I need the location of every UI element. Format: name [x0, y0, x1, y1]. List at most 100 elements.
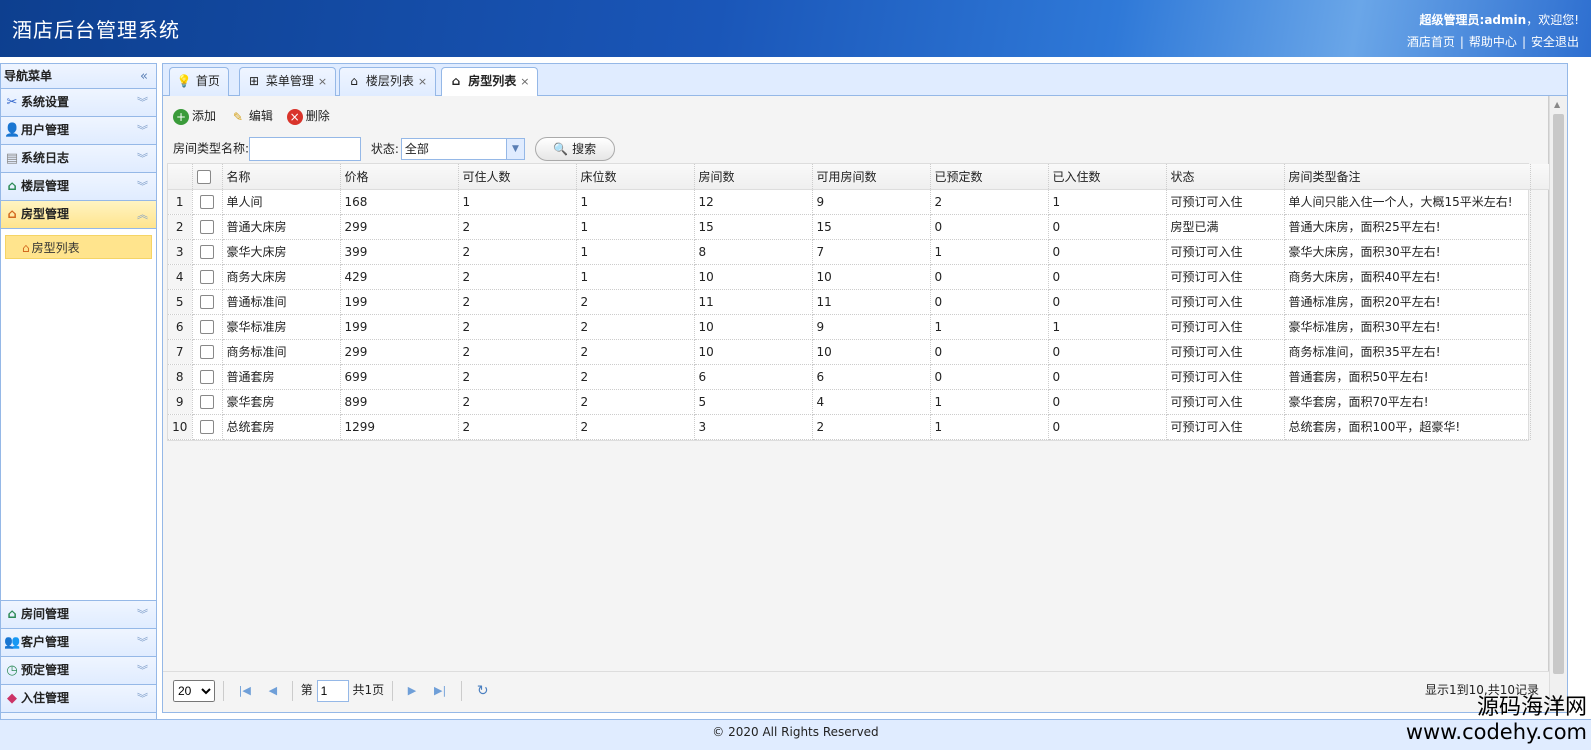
row-checkbox[interactable] [199, 394, 214, 409]
add-button[interactable]: + 添加 [173, 104, 216, 128]
room-type-name-input[interactable] [249, 136, 362, 161]
refresh-icon[interactable]: ↻ [477, 673, 489, 709]
table-row[interactable]: 2 普通大床房 299 2 1 15 15 0 0 房型已满 普通大床房，面积25平左右! [168, 214, 1550, 240]
row-spacer [1530, 289, 1550, 314]
next-page-icon[interactable]: ▶ [408, 673, 416, 709]
column-header[interactable]: 房间数 [694, 164, 813, 190]
table-cell: 1 [930, 414, 1049, 440]
row-checkbox[interactable] [199, 419, 214, 434]
scrollbar-thumb[interactable] [1553, 114, 1564, 674]
row-checkbox[interactable] [199, 244, 214, 259]
close-icon[interactable]: × [520, 75, 529, 88]
row-checkbox[interactable] [199, 344, 214, 359]
sidebar-item-user[interactable]: 👤用户管理 ︾ [1, 117, 156, 145]
column-header[interactable]: 可用房间数 [812, 164, 931, 190]
chevron-down-icon[interactable]: ︾ [137, 657, 148, 684]
select-all-checkbox[interactable] [196, 169, 211, 184]
row-checkbox[interactable] [199, 369, 214, 384]
sidebar-item-customers[interactable]: 👥客户管理 ︾ [1, 629, 156, 657]
sidebar-submenu: ⌂ 房型列表 [1, 229, 156, 601]
table-cell: 1 [576, 264, 695, 290]
table-row[interactable]: 1 单人间 168 1 1 12 9 2 1 可预订可入住 单人间只能入住一个人，大概15平米左右! [168, 189, 1550, 215]
column-header[interactable]: 已预定数 [930, 164, 1049, 190]
table-row[interactable]: 3 豪华大床房 399 2 1 8 7 1 0 可预订可入住 豪华大床房，面积30平左右! [168, 239, 1550, 265]
table-cell: 普通标准间 [222, 289, 341, 315]
table-cell: 0 [1048, 389, 1167, 415]
user-greeting: 超级管理员:admin，欢迎您! [1420, 11, 1579, 28]
table-row[interactable]: 4 商务大床房 429 2 1 10 10 0 0 可预订可入住 商务大床房，面积40平左右! [168, 264, 1550, 290]
chevron-down-icon[interactable]: ︾ [137, 117, 148, 144]
chevron-down-icon[interactable]: ︾ [137, 629, 148, 656]
column-header[interactable]: 状态 [1166, 164, 1285, 190]
column-header[interactable]: 已入住数 [1048, 164, 1167, 190]
close-icon[interactable]: × [418, 75, 427, 88]
prev-page-icon[interactable]: ◀ [269, 673, 277, 709]
table-row[interactable]: 10 总统套房 1299 2 2 3 2 1 0 可预订可入住 总统套房，面积100平，超豪华! [168, 414, 1550, 440]
table-cell: 299 [340, 214, 459, 240]
logout-link[interactable]: 安全退出 [1531, 35, 1579, 49]
edit-button[interactable]: ✎ 编辑 [230, 104, 273, 128]
column-header[interactable]: 房间类型备注 [1284, 164, 1531, 190]
chevron-down-icon[interactable]: ︾ [137, 173, 148, 200]
sidebar-item-log[interactable]: ▤ 系统日志 ︾ [1, 145, 156, 173]
chevron-up-icon[interactable]: ︽ [137, 201, 148, 228]
row-checkbox[interactable] [199, 194, 214, 209]
row-checkbox-cell [192, 239, 223, 265]
content-area: + 添加 ✎ 编辑 × 删除 房间类型名称: 状态: 全部 ▼ 🔍 搜索 名称 价格 可住人数… [163, 96, 1551, 712]
status-select[interactable]: 全部 ▼ [400, 137, 525, 160]
sidebar-item-tools[interactable]: ✂ 系统设置 ︾ [1, 89, 156, 117]
close-icon[interactable]: × [318, 75, 327, 88]
sidebar: 导航菜单 « ✂ 系统设置 ︾ 👤用户管理 ︾ ▤ 系统日志 ︾ ⌂ 楼层管理 ︾ ⌂ 房型管理 ︽ ⌂ 房… [0, 63, 157, 741]
footer: © 2020 All Rights Reserved [0, 719, 1591, 750]
column-header[interactable]: 名称 [222, 164, 341, 190]
sidebar-item-building[interactable]: ⌂ 楼层管理 ︾ [1, 173, 156, 201]
room-type-name-label: 房间类型名称: [173, 141, 250, 156]
user-name: admin [1484, 13, 1527, 27]
home-link[interactable]: 酒店首页 [1407, 35, 1455, 49]
chevron-down-icon[interactable]: ︾ [137, 601, 148, 628]
chevron-down-icon[interactable]: ︾ [137, 685, 148, 712]
tab-2[interactable]: ⌂ 楼层列表 × [339, 67, 437, 96]
table-row[interactable]: 9 豪华套房 899 2 2 5 4 1 0 可预订可入住 豪华套房，面积70平左右! [168, 389, 1550, 415]
tab-0[interactable]: 💡 首页 [169, 67, 229, 96]
last-page-icon[interactable]: ▶| [434, 673, 446, 709]
sidebar-item-clock[interactable]: ◷ 预定管理 ︾ [1, 657, 156, 685]
page-size-select[interactable]: 20 [173, 679, 215, 702]
scroll-up-icon[interactable]: ▲ [1554, 100, 1560, 109]
chevron-down-icon[interactable]: ︾ [137, 145, 148, 172]
table-cell: 可预订可入住 [1166, 289, 1285, 315]
table-row[interactable]: 7 商务标准间 299 2 2 10 10 0 0 可预订可入住 商务标准间，面积35平左右! [168, 339, 1550, 365]
table-cell: 0 [1048, 239, 1167, 265]
row-checkbox[interactable] [199, 269, 214, 284]
column-header[interactable]: 价格 [340, 164, 459, 190]
table-cell: 0 [1048, 414, 1167, 440]
sidebar-item-checkin[interactable]: ◆ 入住管理 ︾ [1, 685, 156, 713]
search-button[interactable]: 🔍 搜索 [534, 136, 615, 161]
row-checkbox[interactable] [199, 319, 214, 334]
table-cell: 可预订可入住 [1166, 314, 1285, 340]
vertical-scrollbar[interactable]: ▲ ▼ [1549, 96, 1567, 712]
table-cell: 10 [812, 264, 931, 290]
sidebar-item-room-type-list[interactable]: ⌂ 房型列表 [5, 235, 152, 259]
row-checkbox[interactable] [199, 219, 214, 234]
column-header[interactable]: 床位数 [576, 164, 695, 190]
tab-label: 首页 [195, 74, 220, 88]
page-number-input[interactable] [316, 679, 349, 702]
table-cell: 豪华大床房，面积30平左右! [1284, 239, 1531, 265]
sidebar-item-house[interactable]: ⌂ 房型管理 ︽ [1, 201, 156, 229]
column-header[interactable]: 可住人数 [458, 164, 577, 190]
tab-1[interactable]: ⊞ 菜单管理 × [239, 67, 337, 96]
delete-button[interactable]: × 删除 [286, 104, 330, 128]
table-row[interactable]: 6 豪华标准房 199 2 2 10 9 1 1 可预订可入住 豪华标准房，面积30平左右! [168, 314, 1550, 340]
tab-3[interactable]: ⌂ 房型列表 × [441, 67, 539, 97]
row-checkbox[interactable] [199, 294, 214, 309]
table-row[interactable]: 5 普通标准间 199 2 2 11 11 0 0 可预订可入住 普通标准房，面积20平左右! [168, 289, 1550, 315]
collapse-icon[interactable]: « [140, 64, 148, 89]
tab-icon: 💡 [176, 74, 192, 88]
first-page-icon[interactable]: |◀ [239, 673, 251, 709]
help-link[interactable]: 帮助中心 [1469, 35, 1517, 49]
table-row[interactable]: 8 普通套房 699 2 2 6 6 0 0 可预订可入住 普通套房，面积50平左右! [168, 364, 1550, 390]
app-header: 酒店后台管理系统 超级管理员:admin，欢迎您! 酒店首页 | 帮助中心 | 安全退出 [0, 0, 1591, 57]
chevron-down-icon[interactable]: ︾ [137, 89, 148, 116]
sidebar-item-house[interactable]: ⌂ 房间管理 ︾ [1, 601, 156, 629]
